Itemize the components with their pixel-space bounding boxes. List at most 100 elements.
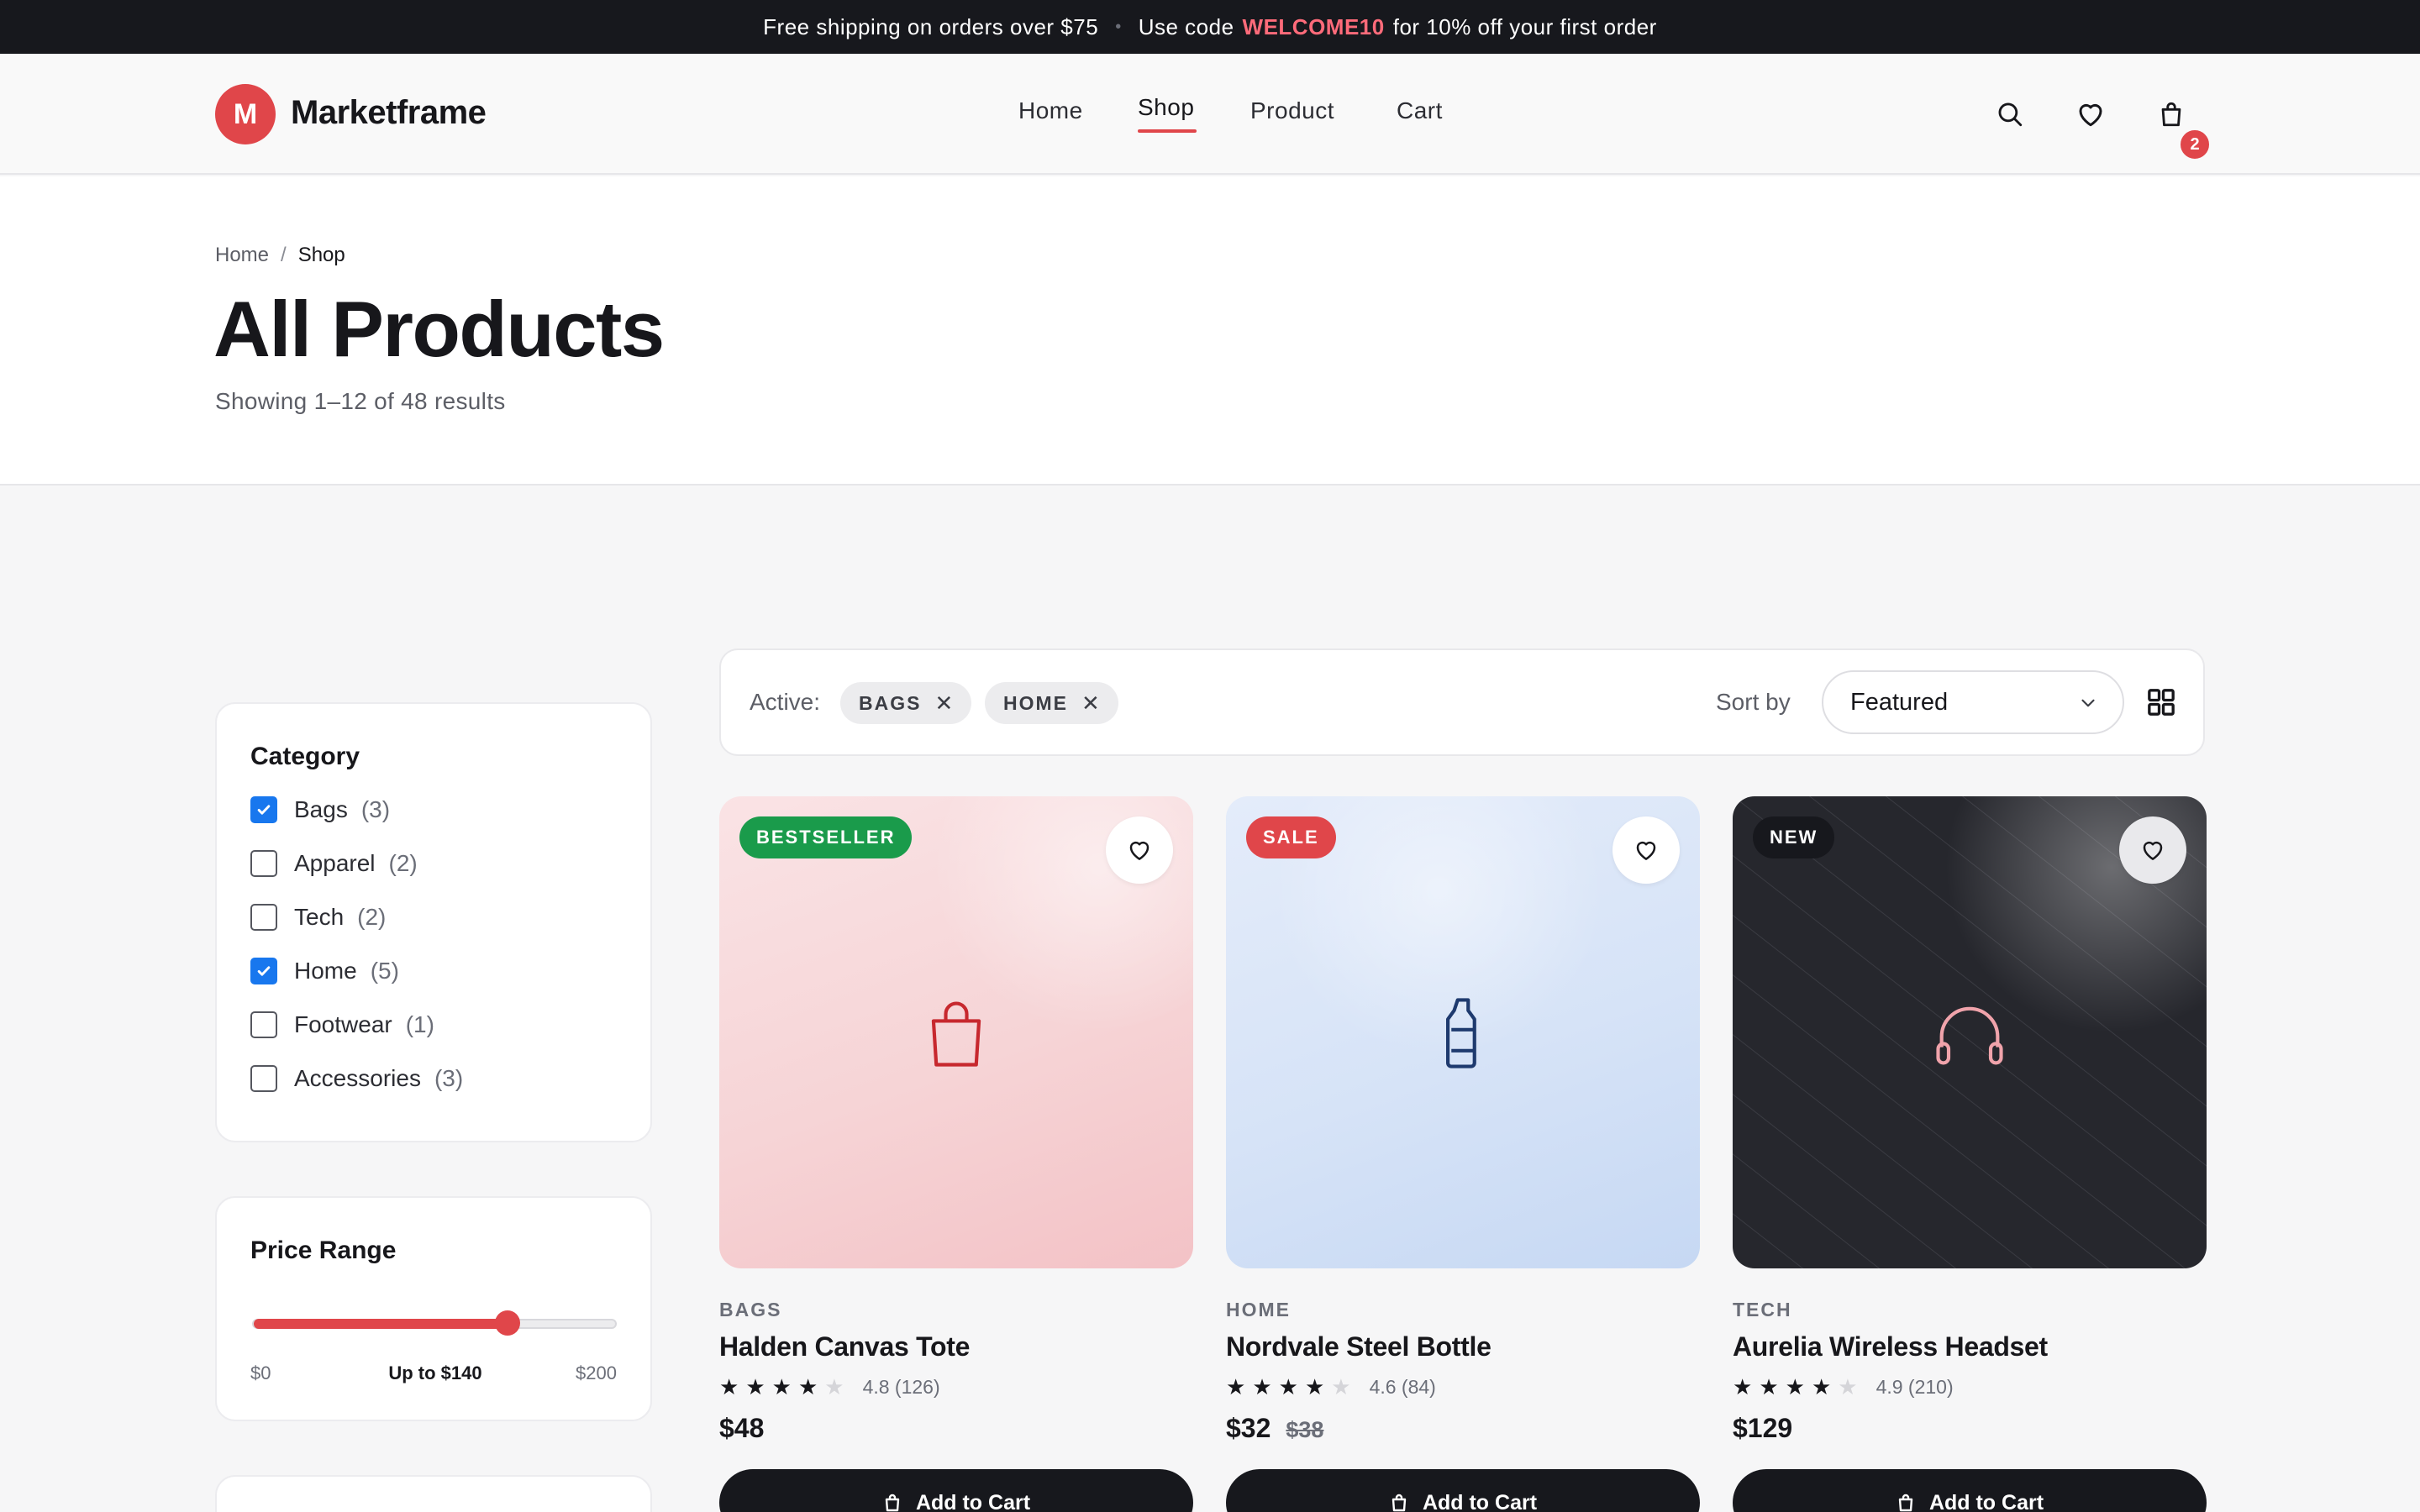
product-rating: ★ ★ ★ ★ ★ 4.6 (84): [1226, 1374, 1700, 1399]
close-icon[interactable]: ✕: [1081, 690, 1100, 717]
product-card[interactable]: NEW TECH Aurelia Wireless Headset ★ ★ ★ ★ ★ …: [1733, 796, 2207, 1512]
star-icon: ★: [771, 1374, 792, 1399]
heart-icon[interactable]: [1106, 816, 1173, 884]
heart-icon[interactable]: [2119, 816, 2186, 884]
promo-bar: Free shipping on orders over $75 • Use c…: [0, 0, 2420, 54]
category-label: Home: [294, 958, 357, 984]
nav-home[interactable]: Home: [1018, 97, 1083, 124]
product-image[interactable]: SALE: [1226, 796, 1700, 1268]
product-rating: ★ ★ ★ ★ ★ 4.8 (126): [719, 1374, 1193, 1399]
star-icon: ★: [745, 1374, 765, 1399]
breadcrumb-home[interactable]: Home: [215, 244, 269, 266]
sort-select[interactable]: Featured: [1822, 670, 2124, 734]
active-filters-label: Active:: [750, 689, 821, 715]
star-empty-icon: ★: [1331, 1374, 1351, 1399]
page-title: All Products: [213, 285, 665, 373]
product-name[interactable]: Nordvale Steel Bottle: [1226, 1331, 1700, 1362]
filter-chip-label: BAGS: [859, 691, 922, 714]
product-price: $32: [1226, 1413, 1271, 1443]
shopping-bag-icon: [914, 991, 998, 1075]
add-to-cart-button[interactable]: Add to Cart: [1733, 1469, 2207, 1512]
promo-shipping-text: Free shipping on orders over $75: [763, 13, 1099, 39]
product-image[interactable]: NEW: [1733, 796, 2207, 1268]
price-row: $48: [719, 1413, 1193, 1444]
shopping-bag-icon: [1392, 1494, 1407, 1512]
rating-text: 4.8 (126): [862, 1375, 940, 1398]
product-name[interactable]: Halden Canvas Tote: [719, 1331, 1193, 1362]
nav-cart[interactable]: Cart: [1397, 97, 1443, 124]
heart-icon[interactable]: [1612, 816, 1680, 884]
breadcrumb-current: Shop: [297, 244, 345, 266]
chevron-down-icon: [2077, 692, 2099, 721]
filter-panel: [215, 1475, 652, 1512]
search-icon[interactable]: [1991, 96, 2028, 133]
cart-count-badge: 2: [2178, 128, 2212, 161]
rating-text: 4.6 (84): [1369, 1375, 1436, 1398]
sort-label: Sort by: [1716, 689, 1791, 715]
category-label: Apparel: [294, 850, 376, 876]
star-icon: ★: [797, 1374, 818, 1399]
category-count: (1): [405, 1011, 434, 1037]
promo-code-prefix: Use code: [1138, 13, 1234, 39]
grid-view-icon[interactable]: [2144, 685, 2178, 723]
filter-chip-bags[interactable]: BAGS ✕: [840, 682, 972, 724]
nav-active-underline: [1138, 129, 1197, 133]
category-label: Bags: [294, 796, 348, 822]
nav-shop[interactable]: Shop: [1138, 94, 1194, 121]
promo-code-suffix: for 10% off your first order: [1392, 13, 1657, 39]
category-option-apparel[interactable]: Apparel (2): [250, 848, 418, 879]
breadcrumb-separator: /: [281, 244, 287, 266]
checkbox-icon[interactable]: [250, 850, 277, 877]
bottle-icon: [1421, 991, 1505, 1075]
product-price: $48: [719, 1413, 765, 1443]
checkbox-icon[interactable]: [250, 1065, 277, 1092]
add-to-cart-label: Add to Cart: [915, 1490, 1031, 1512]
product-name[interactable]: Aurelia Wireless Headset: [1733, 1331, 2207, 1362]
price-slider-fill: [254, 1319, 509, 1329]
category-option-home[interactable]: Home (5): [250, 956, 399, 986]
category-option-footwear[interactable]: Footwear (1): [250, 1010, 434, 1040]
category-count: (3): [360, 796, 391, 822]
price-range-title: Price Range: [250, 1236, 397, 1264]
price-slider-handle[interactable]: [494, 1310, 520, 1336]
category-option-accessories[interactable]: Accessories (3): [250, 1063, 463, 1094]
site-header: M Marketframe Home Shop Product Cart 2: [0, 54, 2420, 175]
category-filter-panel: Category Bags (3) Apparel (2) Tech (2) H…: [215, 702, 652, 1142]
product-badge-new: NEW: [1753, 816, 1835, 858]
category-option-bags[interactable]: Bags (3): [250, 795, 390, 825]
price-slider-track[interactable]: [252, 1319, 617, 1329]
checkbox-icon[interactable]: [250, 904, 277, 931]
product-image[interactable]: BESTSELLER: [719, 796, 1193, 1268]
close-icon[interactable]: ✕: [934, 690, 953, 717]
star-icon: ★: [1811, 1374, 1832, 1399]
breadcrumb: Home / Shop: [215, 244, 345, 267]
logo-badge[interactable]: M: [215, 84, 276, 144]
price-min-label: $0: [250, 1362, 271, 1383]
category-title: Category: [250, 743, 360, 770]
product-category: TECH: [1733, 1299, 1792, 1320]
checkbox-icon[interactable]: [250, 1011, 277, 1038]
filter-chip-label: HOME: [1003, 691, 1068, 714]
cart-bag-icon[interactable]: [2153, 96, 2190, 133]
rating-text: 4.9 (210): [1876, 1375, 1954, 1398]
checkbox-checked-icon[interactable]: [250, 796, 277, 823]
product-card[interactable]: BESTSELLER BAGS Halden Canvas Tote ★ ★ ★ ★ ★…: [719, 796, 1193, 1512]
nav-product[interactable]: Product: [1250, 97, 1334, 124]
star-icon: ★: [719, 1374, 739, 1399]
add-to-cart-button[interactable]: Add to Cart: [1226, 1469, 1700, 1512]
filter-chip-home[interactable]: HOME ✕: [985, 682, 1118, 724]
checkbox-checked-icon[interactable]: [250, 958, 277, 984]
promo-code: WELCOME10: [1242, 13, 1385, 39]
wishlist-heart-icon[interactable]: [2072, 96, 2109, 133]
add-to-cart-label: Add to Cart: [1928, 1490, 2044, 1512]
add-to-cart-button[interactable]: Add to Cart: [719, 1469, 1193, 1512]
shopping-bag-icon: [885, 1494, 900, 1512]
filter-toolbar: Active: BAGS ✕ HOME ✕ Sort by Featured: [719, 648, 2205, 756]
promo-separator: •: [1115, 17, 1122, 36]
category-option-tech[interactable]: Tech (2): [250, 902, 386, 932]
product-card[interactable]: SALE HOME Nordvale Steel Bottle ★ ★ ★ ★ ★ 4.…: [1226, 796, 1700, 1512]
category-count: (3): [434, 1065, 464, 1091]
category-count: (5): [370, 958, 399, 984]
star-icon: ★: [1304, 1374, 1325, 1399]
logo-name[interactable]: Marketframe: [291, 94, 487, 132]
